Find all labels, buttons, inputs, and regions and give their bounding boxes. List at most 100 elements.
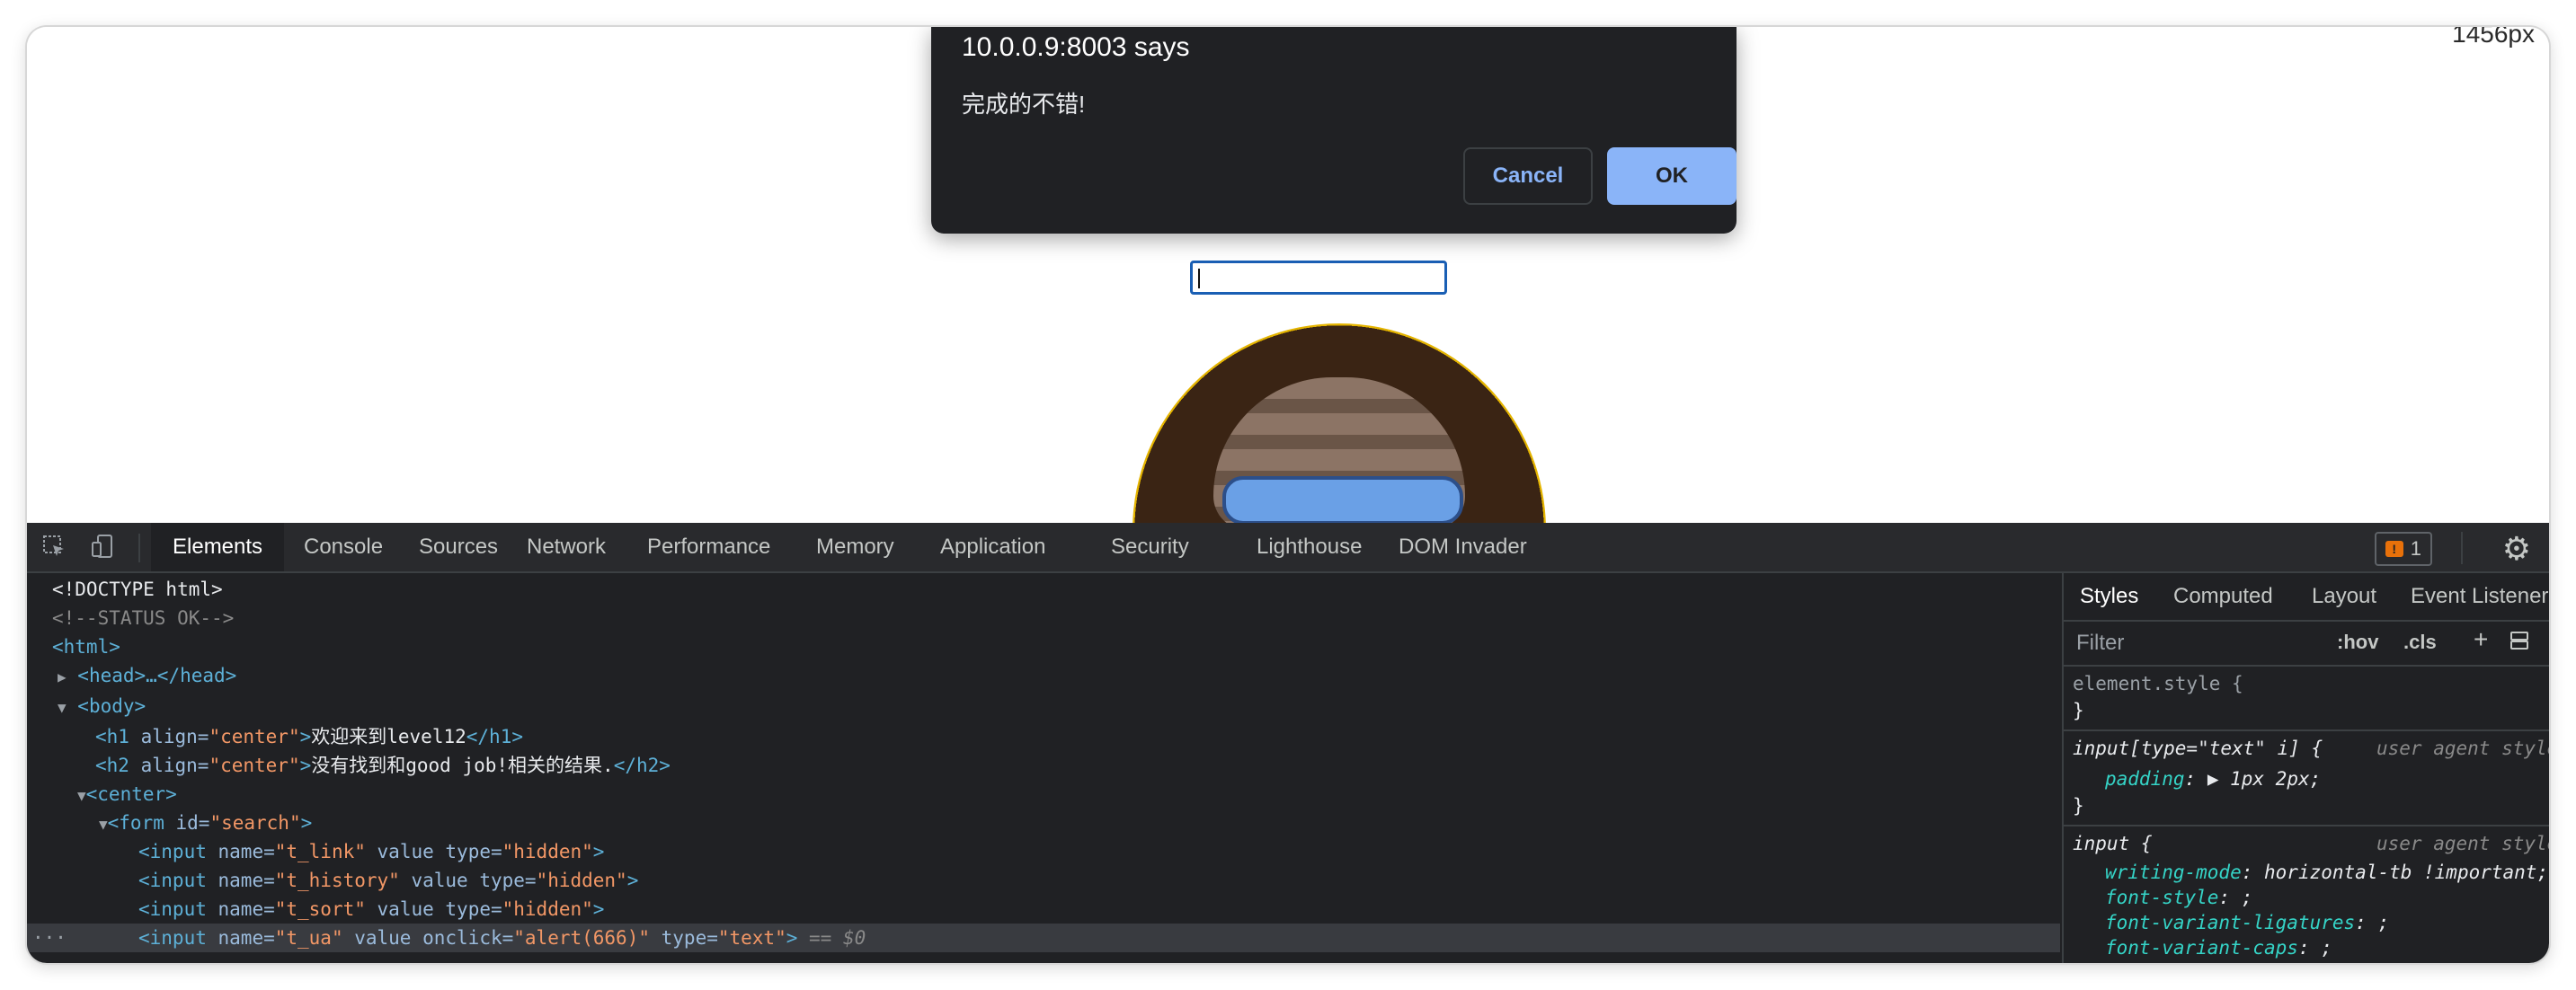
issues-count: 1 [2410,537,2421,560]
form-attr: id= [175,812,210,834]
rule1-declaration[interactable]: padding: ▶ 1px 2px; [2105,765,2321,792]
center-tag: <center> [85,783,177,805]
input-open-tag: <input [138,870,218,891]
rule-divider [2064,825,2549,826]
h1-text: 欢迎来到level12 [311,726,466,747]
h1-attr: align= [140,726,209,747]
type-attr: type= [445,841,502,862]
dom-line-form[interactable]: ▼<form id="search"> [27,809,2060,837]
device-toolbar-icon[interactable] [88,534,117,562]
element-style-rule[interactable]: element.style { [2073,670,2243,697]
styles-sidebar: Styles Computed Layout Event Listeners F… [2062,573,2549,963]
dom-line-input-t-history[interactable]: <input name="t_history" value type="hidd… [27,866,2060,895]
rule2-selector: input { [2073,833,2153,854]
new-rule-plus-icon[interactable]: + [2474,625,2488,654]
tab-memory[interactable]: Memory [795,523,916,571]
expand-triangle-icon[interactable]: ▶ [58,668,67,685]
search-text-input[interactable] [1190,261,1447,295]
element-style-close: } [2073,697,2084,724]
page-viewport: 1456px 10.0.0.9:8003 says 完成的不错! Cancel … [27,27,2549,523]
dom-line-input-t-sort[interactable]: <input name="t_sort" value type="hidden"… [27,895,2060,924]
dom-line-center[interactable]: ▼<center> [27,780,2060,809]
styles-filter-input[interactable]: Filter [2076,631,2124,656]
head-tag: <head>…</head> [77,665,237,686]
ok-button[interactable]: OK [1607,147,1737,205]
onclick-value: "alert(666)" [513,927,650,949]
issues-counter-button[interactable]: ! 1 [2374,532,2432,566]
tab-lighthouse[interactable]: Lighthouse [1235,523,1383,571]
dialog-title: 10.0.0.9:8003 says [962,32,1190,62]
tab-console[interactable]: Console [282,523,404,571]
text-caret [1198,269,1200,288]
name-value: "t_ua" [274,927,343,949]
cancel-button[interactable]: Cancel [1463,147,1593,205]
collapse-triangle-icon[interactable]: ▼ [58,699,67,716]
tab-event-listeners[interactable]: Event Listeners [2394,573,2549,620]
dialog-message: 完成的不错! [962,91,1086,118]
dom-line-input-t-link[interactable]: <input name="t_link" value type="hidden"… [27,837,2060,866]
dom-line-h1[interactable]: <h1 align="center">欢迎来到level12</h1> [27,722,2060,751]
value-attr: value [342,927,423,949]
toolbar-divider-right [2461,532,2463,564]
decl-prop: writing-mode [2105,862,2242,883]
dom-line-comment[interactable]: <!--STATUS OK--> [27,604,2060,632]
tab-network[interactable]: Network [505,523,627,571]
value-attr: value [399,870,480,891]
gear-icon[interactable]: ⚙ [2502,530,2531,568]
dom-line-doctype[interactable]: <!DOCTYPE html> [27,575,2060,604]
tag-end: > [786,927,798,949]
h1-close-tag: </h1> [466,726,523,747]
tab-layout[interactable]: Layout [2296,573,2393,620]
dom-line-html[interactable]: <html> [27,632,2060,661]
toolbar-divider [138,534,140,562]
computed-styles-icon[interactable] [2509,631,2529,658]
alert-dialog: 10.0.0.9:8003 says 完成的不错! Cancel OK [931,27,1737,234]
selected-node-ref: == $0 [797,927,866,949]
rule2-header[interactable]: input { [2073,830,2153,857]
doctype-text: <!DOCTYPE html> [52,579,223,600]
decl-value: ; [2366,912,2390,933]
rule2-declaration[interactable]: font-style: ; [2105,884,2252,911]
tab-dom-invader[interactable]: DOM Invader [1377,523,1549,571]
value-attr: value [365,841,446,862]
rule2-source-text: user agent stylesheet [2376,833,2549,854]
tab-styles[interactable]: Styles [2064,573,2155,620]
tab-computed[interactable]: Computed [2157,573,2289,620]
rule2-declaration[interactable]: font-variant-ligatures: ; [2105,909,2389,936]
more-options-icon[interactable]: ··· [32,924,67,952]
body-tag: <body> [77,695,147,717]
collapse-triangle-icon[interactable]: ▼ [99,816,108,833]
viewport-size-indicator: 1456px [2452,27,2535,48]
h1-attr-value: "center" [209,726,300,747]
tag-end: > [592,898,605,920]
tab-security[interactable]: Security [1089,523,1211,571]
comment-text: <!--STATUS OK--> [52,607,235,629]
inspect-icon[interactable] [40,534,68,562]
devtools-panel: Elements Console Sources Network Perform… [27,523,2549,963]
rule2-source: user agent stylesheet [2376,830,2549,857]
styles-filter-bar: Filter :hov .cls + [2064,622,2549,667]
rule-divider [2064,729,2549,731]
rule2-declaration[interactable]: writing-mode: horizontal-tb !important; [2105,859,2548,886]
html-tag: <html> [52,636,120,658]
class-toggle[interactable]: .cls [2403,631,2437,654]
rule1-source: user agent stylesheet [2376,735,2549,762]
collapse-triangle-icon[interactable]: ▼ [77,787,86,804]
character-avatar-image [1133,323,1546,523]
rule1-source-text: user agent stylesheet [2376,738,2549,759]
rule1-value: ▶ 1px 2px; [2207,768,2322,790]
h1-open-tag: <h1 [95,726,141,747]
tab-sources[interactable]: Sources [397,523,520,571]
rule2-declaration[interactable]: font-variant-caps: ; [2105,934,2332,961]
hover-state-toggle[interactable]: :hov [2337,631,2378,654]
tab-elements[interactable]: Elements [151,523,285,571]
dom-line-body[interactable]: ▼ <body> [27,692,2060,720]
rule1-header[interactable]: input[type="text" i] { [2073,735,2323,762]
dom-line-input-t-ua-selected[interactable]: ··· <input name="t_ua" value onclick="ale… [27,924,2060,952]
dom-line-h2[interactable]: <h2 align="center">没有找到和good job!相关的结果.<… [27,751,2060,780]
dom-line-head[interactable]: ▶ <head>…</head> [27,661,2060,690]
h2-close-tag: </h2> [613,755,671,776]
tab-application[interactable]: Application [919,523,1067,571]
onclick-attr: onclick= [422,927,514,949]
tab-performance[interactable]: Performance [626,523,792,571]
